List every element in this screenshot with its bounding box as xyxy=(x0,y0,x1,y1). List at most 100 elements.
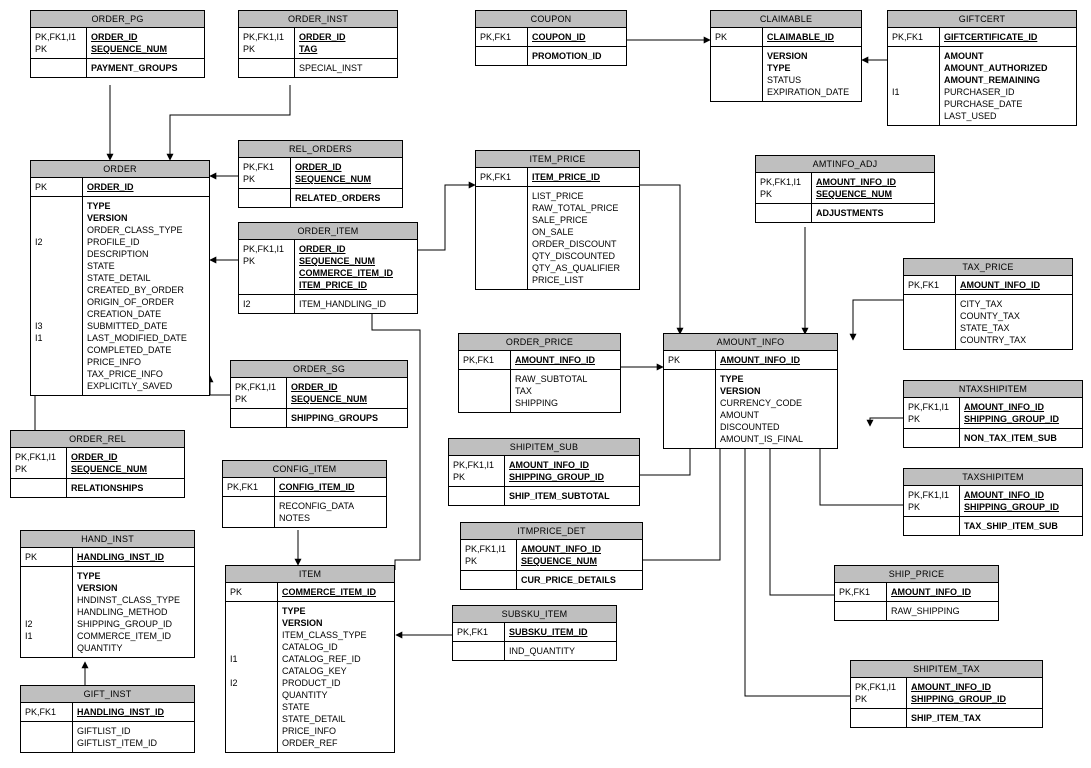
key-indicator: PK,FK1 xyxy=(457,626,500,638)
key-indicator xyxy=(243,279,290,291)
column-name: SHIP_ITEM_SUBTOTAL xyxy=(509,490,635,502)
entity-title: ORDER_PG xyxy=(31,11,204,28)
key-indicator xyxy=(463,385,506,397)
key-indicator xyxy=(465,574,512,586)
column-name: LIST_PRICE xyxy=(532,190,635,202)
column-name: HNDINST_CLASS_TYPE xyxy=(77,594,190,606)
column-name: RELATED_ORDERS xyxy=(295,192,398,204)
entity-rel-orders: REL_ORDERS PK,FK1PKORDER_IDSEQUENCE_NUM … xyxy=(238,140,403,208)
key-indicator: I2 xyxy=(230,677,273,689)
entity-itmprice-det: ITMPRICE_DET PK,FK1,I1PKAMOUNT_INFO_IDSE… xyxy=(460,522,643,590)
key-indicator xyxy=(480,190,523,202)
column-name: SALE_PRICE xyxy=(532,214,635,226)
column-name: STATE xyxy=(87,260,205,272)
column-name: STATE_DETAIL xyxy=(87,272,205,284)
column-name: HANDLING_INST_ID xyxy=(77,551,190,563)
entity-ship-price: SHIP_PRICE PK,FK1AMOUNT_INFO_ID RAW_SHIP… xyxy=(834,565,999,621)
body-section: PAYMENT_GROUPS xyxy=(31,59,204,77)
column-name: SHIP_ITEM_TAX xyxy=(911,712,1038,724)
column-name: SHIPPING xyxy=(515,397,616,409)
column-name: SHIPPING_GROUP_ID xyxy=(964,501,1078,513)
entity-title: SHIP_PRICE xyxy=(835,566,998,583)
column-name: TYPE xyxy=(87,200,205,212)
entity-tax-price: TAX_PRICE PK,FK1AMOUNT_INFO_ID CITY_TAXC… xyxy=(903,258,1073,350)
key-indicator xyxy=(230,641,273,653)
entity-item: ITEM PKCOMMERCE_ITEM_ID I1 I2 TYPEVERSIO… xyxy=(225,565,395,753)
entity-title: CLAIMABLE xyxy=(711,11,861,28)
entity-title: COUPON xyxy=(476,11,626,28)
key-indicator xyxy=(760,207,807,219)
entity-shipitem-sub: SHIPITEM_SUB PK,FK1,I1PKAMOUNT_INFO_IDSH… xyxy=(448,438,640,506)
key-indicator: PK,FK1,I1 xyxy=(908,489,955,501)
column-name: TYPE xyxy=(282,605,390,617)
column-name: CATALOG_KEY xyxy=(282,665,390,677)
key-indicator: I1 xyxy=(25,630,68,642)
key-indicator: PK xyxy=(465,555,512,567)
entity-order-price: ORDER_PRICE PK,FK1AMOUNT_INFO_ID RAW_SUB… xyxy=(458,333,621,413)
key-indicator xyxy=(235,412,282,424)
key-indicator: I2 xyxy=(35,236,78,248)
key-indicator xyxy=(35,272,78,284)
column-name: TYPE xyxy=(77,570,190,582)
entity-subsku-item: SUBSKU_ITEM PK,FK1SUBSKU_ITEM_ID IND_QUA… xyxy=(452,605,617,661)
column-name: AMOUNT_INFO_ID xyxy=(964,401,1078,413)
entity-title: GIFTCERT xyxy=(888,11,1076,28)
column-name: PRICE_INFO xyxy=(87,356,205,368)
key-indicator xyxy=(908,322,951,334)
key-indicator xyxy=(908,334,951,346)
column-name: ITEM_HANDLING_ID xyxy=(299,298,413,310)
key-indicator xyxy=(230,605,273,617)
entity-order-item: ORDER_ITEM PK,FK1,I1PK ORDER_IDSEQUENCE_… xyxy=(238,222,418,314)
entity-order-sg: ORDER_SG PK,FK1,I1PKORDER_IDSEQUENCE_NUM… xyxy=(230,360,408,428)
column-name: AMOUNT_INFO_ID xyxy=(960,279,1068,291)
key-indicator: PK,FK1 xyxy=(243,161,286,173)
column-name: CREATED_BY_ORDER xyxy=(87,284,205,296)
key-indicator xyxy=(25,737,68,749)
entity-ntaxshipitem: NTAXSHIPITEM PK,FK1,I1PKAMOUNT_INFO_IDSH… xyxy=(903,380,1083,448)
column-name: ORDER_ID xyxy=(87,181,205,193)
key-indicator xyxy=(35,248,78,260)
entity-item-price: ITEM_PRICE PK,FK1ITEM_PRICE_ID LIST_PRIC… xyxy=(475,150,640,290)
column-name: AMOUNT_INFO_ID xyxy=(720,354,833,366)
column-name: IND_QUANTITY xyxy=(509,645,612,657)
column-name: PURCHASER_ID xyxy=(944,86,1072,98)
key-indicator: PK,FK1 xyxy=(908,279,951,291)
key-indicator xyxy=(668,433,711,445)
key-indicator: PK xyxy=(908,413,955,425)
column-name: RELATIONSHIPS xyxy=(71,482,180,494)
entity-title: ITEM_PRICE xyxy=(476,151,639,168)
key-indicator: I1 xyxy=(892,86,935,98)
key-indicator xyxy=(230,629,273,641)
key-indicator: PK xyxy=(715,31,758,43)
column-name: VERSION xyxy=(77,582,190,594)
column-name: AMOUNT_REMAINING xyxy=(944,74,1072,86)
key-indicator xyxy=(668,421,711,433)
entity-title: GIFT_INST xyxy=(21,686,194,703)
column-name: STATUS xyxy=(767,74,857,86)
key-indicator xyxy=(855,712,902,724)
key-indicator: I2 xyxy=(243,298,290,310)
column-name: SHIPPING_GROUP_ID xyxy=(509,471,635,483)
key-indicator: PK,FK1,I1 xyxy=(908,401,955,413)
key-indicator xyxy=(457,645,500,657)
key-indicator: PK,FK1,I1 xyxy=(243,31,290,43)
key-indicator xyxy=(668,373,711,385)
column-name: DISCOUNTED xyxy=(720,421,833,433)
column-name: TAX xyxy=(515,385,616,397)
entity-title: ITEM xyxy=(226,566,394,583)
key-indicator: PK,FK1,I1 xyxy=(855,681,902,693)
column-name: RAW_TOTAL_PRICE xyxy=(532,202,635,214)
column-name: TYPE xyxy=(720,373,833,385)
column-name: AMOUNT_INFO_ID xyxy=(964,489,1078,501)
column-name: PAYMENT_GROUPS xyxy=(91,62,200,74)
key-indicator: PK,FK1,I1 xyxy=(760,176,807,188)
column-name: ORDER_CLASS_TYPE xyxy=(87,224,205,236)
key-indicator xyxy=(668,397,711,409)
column-name: ON_SALE xyxy=(532,226,635,238)
column-name: ITEM_CLASS_TYPE xyxy=(282,629,390,641)
key-indicator xyxy=(25,582,68,594)
column-name: ORDER_ID xyxy=(299,243,413,255)
column-name: COMMERCE_ITEM_ID xyxy=(282,586,390,598)
entity-order-rel: ORDER_REL PK,FK1,I1PKORDER_IDSEQUENCE_NU… xyxy=(10,430,185,498)
key-indicator: PK,FK1 xyxy=(227,481,270,493)
